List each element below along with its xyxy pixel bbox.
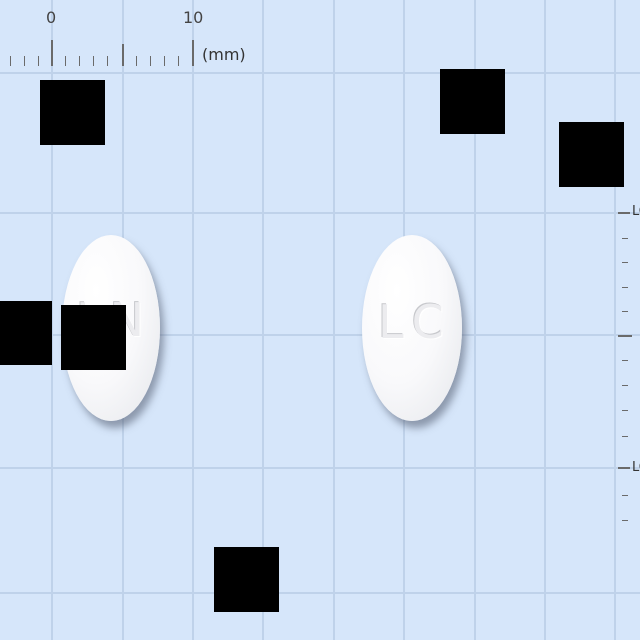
ruler-tick [136, 56, 137, 66]
redaction-block [40, 80, 105, 145]
redaction-block [559, 122, 624, 187]
ruler-tick [65, 56, 66, 66]
ruler-tick-major [618, 467, 630, 469]
ruler-tick-major [192, 40, 194, 66]
ruler-label-0: 0 [46, 8, 57, 27]
ruler-tick [622, 495, 628, 496]
ruler-tick [622, 436, 628, 437]
ruler-tick [622, 410, 628, 411]
ruler-tick [622, 311, 628, 312]
grid-line-h [0, 592, 640, 594]
grid-line-v [192, 0, 194, 640]
ruler-tick [622, 360, 628, 361]
ruler-tick-mid [618, 335, 632, 337]
ruler-unit-label: (mm) [202, 45, 246, 64]
grid-line-h [0, 72, 640, 74]
tablet-imprint: LC [378, 295, 452, 349]
ruler-tick [150, 56, 151, 66]
grid-line-v [614, 0, 616, 640]
ruler-tick [622, 238, 628, 239]
ruler-tick [178, 56, 179, 66]
pill-photo: 0 10 (mm) LO LO LN [0, 0, 640, 640]
ruler-label: LO [632, 460, 640, 475]
ruler-tick [38, 56, 39, 66]
ruler-label: LO [632, 204, 640, 219]
ruler-tick [164, 56, 165, 66]
ruler-tick [79, 56, 80, 66]
ruler-tick-major [51, 40, 53, 66]
ruler-tick [93, 56, 94, 66]
grid-line-h [0, 212, 640, 214]
redaction-block [61, 305, 126, 370]
redaction-block [214, 547, 279, 612]
ruler-tick-major [618, 212, 630, 214]
right-tablet: LC [362, 235, 462, 421]
grid-line-v [333, 0, 335, 640]
ruler-tick [10, 56, 11, 66]
ruler-tick [622, 287, 628, 288]
ruler-tick [107, 56, 108, 66]
ruler-tick [24, 56, 25, 66]
redaction-block [0, 301, 52, 365]
grid-line-h [0, 467, 640, 469]
redaction-block [440, 69, 505, 134]
grid-line-v [544, 0, 546, 640]
ruler-tick-mid [122, 44, 124, 66]
ruler-tick [622, 385, 628, 386]
ruler-tick [622, 262, 628, 263]
ruler-tick [622, 520, 628, 521]
ruler-label-10: 10 [183, 8, 204, 27]
grid-line-v [262, 0, 264, 640]
